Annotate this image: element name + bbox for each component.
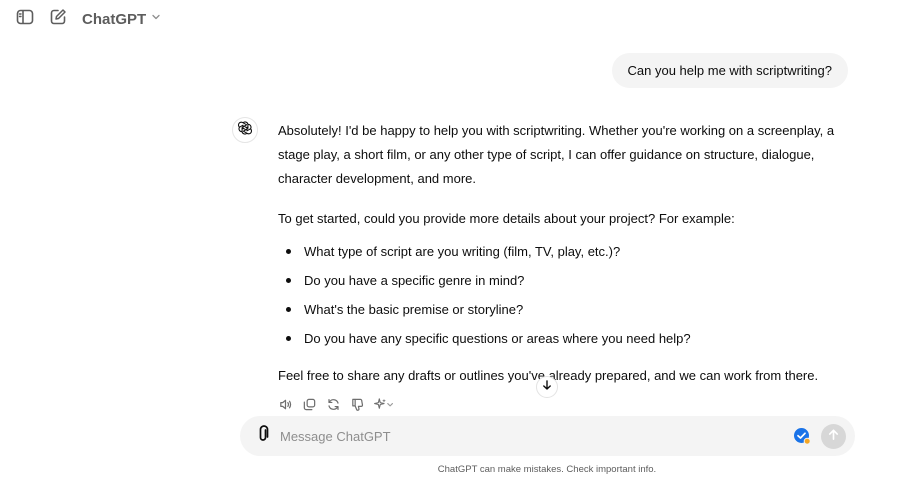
chat-app: ChatGPT Can you help me with scriptwriti… [0,0,900,481]
bad-response-button[interactable] [349,397,365,417]
message-composer [240,416,855,456]
regenerate-button[interactable] [325,399,341,415]
sparkle-icon [373,397,395,417]
user-message-text: Can you help me with scriptwriting? [627,63,832,78]
paperclip-icon [255,424,271,448]
assistant-bullet-list: What type of script are you writing (fil… [278,237,846,353]
message-actions [277,398,395,416]
assistant-paragraph: To get started, could you provide more d… [278,211,735,226]
send-button[interactable] [821,424,846,449]
list-item: What type of script are you writing (fil… [286,237,846,266]
change-model-button[interactable] [373,397,395,417]
read-aloud-button[interactable] [277,399,293,415]
list-item: Do you have any specific questions or ar… [286,324,846,353]
arrow-up-icon [827,428,840,446]
copy-button[interactable] [301,397,317,417]
arrow-down-icon [541,378,553,396]
top-bar: ChatGPT [0,0,900,38]
assistant-message: Absolutely! I'd be happy to help you wit… [278,119,846,388]
speaker-icon [278,397,293,417]
assistant-avatar [232,117,258,143]
thumbs-down-icon [350,397,365,417]
model-name: ChatGPT [82,10,147,28]
model-switcher[interactable]: ChatGPT [82,9,162,29]
list-item: Do you have a specific genre in mind? [286,266,846,295]
grammar-checker-button[interactable] [793,427,811,445]
new-chat-button[interactable] [47,8,69,30]
scroll-to-bottom-button[interactable] [536,376,558,398]
sidebar-toggle-button[interactable] [14,8,36,30]
disclaimer: ChatGPT can make mistakes. Check importa… [437,464,657,475]
sidebar-icon [15,7,35,32]
chevron-down-icon [150,10,162,28]
user-message-bubble: Can you help me with scriptwriting? [611,53,848,88]
openai-logo-icon [237,120,253,141]
refresh-icon [326,397,341,417]
edit-icon [48,7,68,32]
attach-file-button[interactable] [254,424,272,448]
message-input[interactable] [280,426,780,446]
list-item: What's the basic premise or storyline? [286,295,846,324]
check-badge-icon [793,428,811,449]
assistant-paragraph: Absolutely! I'd be happy to help you wit… [278,123,835,186]
copy-icon [302,397,317,417]
assistant-paragraph: Feel free to share any drafts or outline… [278,368,819,383]
